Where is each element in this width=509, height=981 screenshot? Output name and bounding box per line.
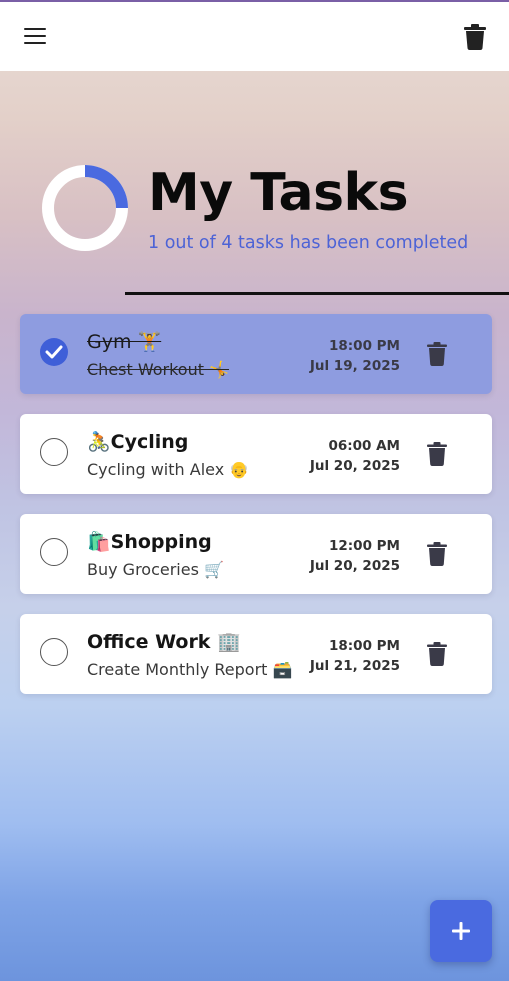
- checkmark-icon: [45, 345, 63, 359]
- page-title: My Tasks: [148, 163, 409, 223]
- task-description: Chest Workout 🤸: [87, 360, 230, 379]
- app-bar: [0, 2, 509, 71]
- delete-task-icon[interactable]: [427, 342, 447, 366]
- progress-arc: [84, 165, 128, 209]
- task-card-shopping[interactable]: 🛍️Shopping Buy Groceries 🛒 12:00 PM Jul …: [20, 514, 492, 594]
- task-card-cycling[interactable]: 🚴Cycling Cycling with Alex 👴 06:00 AM Ju…: [20, 414, 492, 494]
- task-card-gym[interactable]: Gym 🏋️ Chest Workout 🤸 18:00 PM Jul 19, …: [20, 314, 492, 394]
- task-description: Create Monthly Report 🗃️: [87, 660, 293, 679]
- task-time: 12:00 PM: [328, 538, 400, 554]
- task-checkbox[interactable]: [40, 538, 68, 566]
- task-title: Office Work 🏢: [87, 631, 241, 653]
- task-card-office-work[interactable]: Office Work 🏢 Create Monthly Report 🗃️ 1…: [20, 614, 492, 694]
- task-title: Gym 🏋️: [87, 331, 162, 353]
- delete-task-icon[interactable]: [427, 442, 447, 466]
- menu-icon[interactable]: [22, 24, 48, 50]
- delete-task-icon[interactable]: [427, 642, 447, 666]
- task-date: Jul 19, 2025: [309, 358, 400, 374]
- delete-task-icon[interactable]: [427, 542, 447, 566]
- task-checkbox[interactable]: [40, 638, 68, 666]
- task-time: 18:00 PM: [328, 638, 400, 654]
- plus-icon: [452, 922, 470, 940]
- add-task-button[interactable]: [430, 900, 492, 962]
- task-date: Jul 21, 2025: [309, 658, 400, 674]
- task-checkbox-checked[interactable]: [40, 338, 68, 366]
- trash-icon[interactable]: [463, 24, 487, 50]
- task-title: 🚴Cycling: [87, 431, 189, 453]
- task-date: Jul 20, 2025: [309, 558, 400, 574]
- progress-ring: [40, 163, 130, 253]
- task-description: Buy Groceries 🛒: [87, 560, 224, 579]
- progress-text: 1 out of 4 tasks has been completed: [148, 233, 469, 253]
- task-date: Jul 20, 2025: [309, 458, 400, 474]
- task-title: 🛍️Shopping: [87, 531, 212, 553]
- task-time: 18:00 PM: [328, 338, 400, 354]
- header-divider: [125, 292, 509, 295]
- task-description: Cycling with Alex 👴: [87, 460, 250, 479]
- task-time: 06:00 AM: [328, 438, 400, 454]
- task-checkbox[interactable]: [40, 438, 68, 466]
